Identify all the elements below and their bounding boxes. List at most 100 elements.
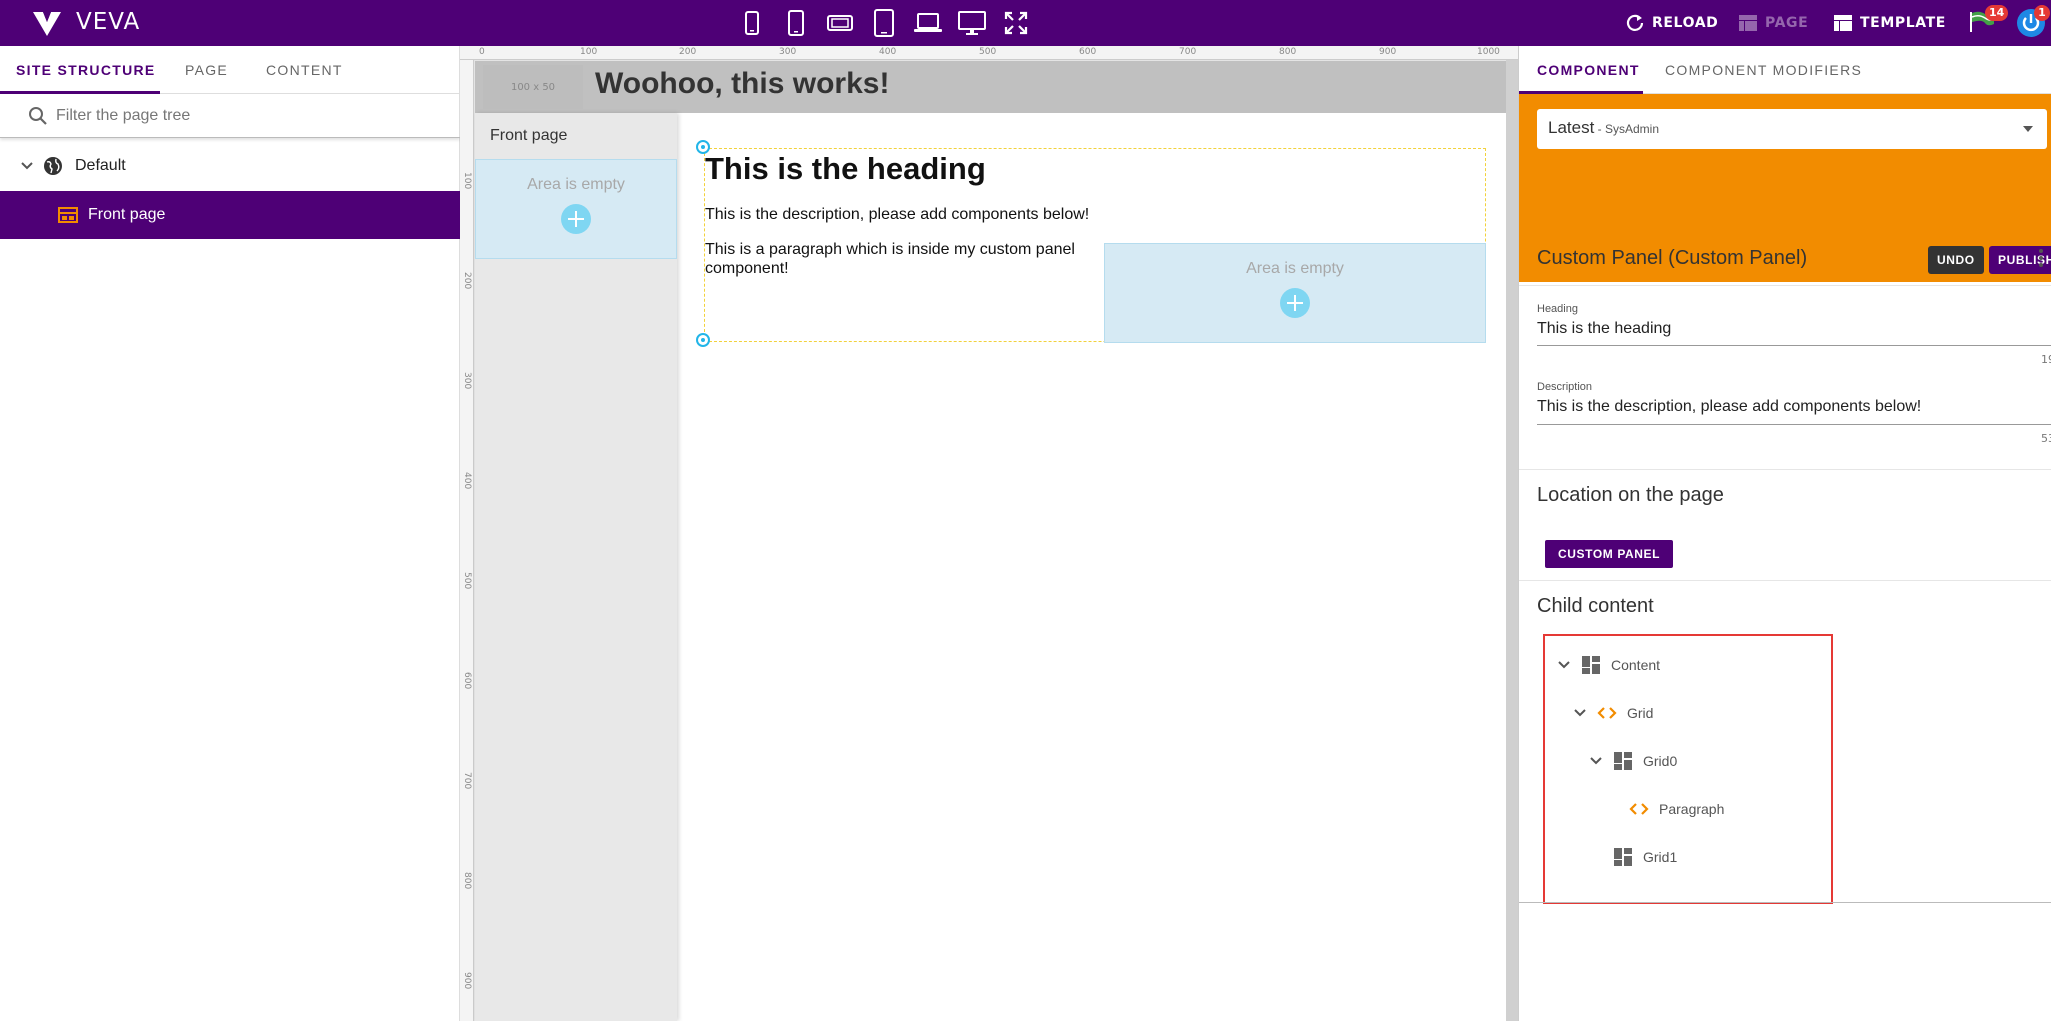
phone-landscape-icon[interactable] — [823, 8, 857, 38]
field-underline — [1537, 345, 2051, 346]
empty-area-panel[interactable]: Area is empty — [1104, 243, 1486, 343]
ruler-label: 900 — [462, 972, 472, 990]
divider — [1519, 580, 2051, 581]
tree-item-front-page[interactable]: Front page — [0, 191, 460, 239]
add-component-icon[interactable] — [561, 204, 591, 234]
tab-component-modifiers[interactable]: COMPONENT MODIFIERS — [1665, 46, 1862, 94]
page-mode-button[interactable]: PAGE — [1739, 12, 1808, 34]
tab-content[interactable]: CONTENT — [266, 46, 343, 94]
right-tabs: COMPONENT COMPONENT MODIFIERS — [1519, 46, 2051, 94]
chevron-down-icon[interactable] — [1573, 706, 1587, 720]
child-tree-item-grid[interactable]: Grid — [1573, 698, 1653, 728]
phone-portrait-icon[interactable] — [735, 8, 769, 38]
ruler-label: 700 — [462, 772, 472, 790]
panel-paragraph[interactable]: This is a paragraph which is inside my c… — [705, 240, 1103, 278]
child-tree-label: Grid0 — [1643, 753, 1678, 769]
chevron-down-icon[interactable] — [1557, 658, 1571, 672]
page-tree-filter — [0, 94, 460, 138]
panel-description[interactable]: This is the description, please add comp… — [705, 206, 1089, 224]
child-tree-item-grid0[interactable]: Grid0 — [1589, 746, 1677, 776]
version-select[interactable]: Latest - SysAdmin — [1537, 109, 2047, 149]
divider — [1519, 285, 2051, 286]
page-mode-label: PAGE — [1765, 15, 1809, 31]
undo-button[interactable]: UNDO — [1928, 246, 1984, 274]
reload-label: RELOAD — [1652, 15, 1719, 31]
version-author: - SysAdmin — [1594, 122, 1659, 136]
template-mode-button[interactable]: TEMPLATE — [1834, 12, 1946, 34]
ruler-horizontal: 0 100 200 300 400 500 600 700 800 900 10… — [460, 46, 1518, 60]
tab-site-structure[interactable]: SITE STRUCTURE — [16, 46, 156, 94]
phone-icon[interactable] — [779, 8, 813, 38]
child-tree-label: Content — [1611, 657, 1661, 673]
ruler-label: 500 — [979, 47, 997, 57]
divider — [1519, 469, 2051, 470]
laptop-icon[interactable] — [911, 8, 945, 38]
dashboard-icon — [1614, 848, 1632, 866]
tree-item-default[interactable]: Default — [0, 142, 460, 190]
location-custom-panel-chip[interactable]: CUSTOM PANEL — [1545, 540, 1674, 568]
ruler-label: 800 — [462, 872, 472, 890]
child-content-title: Child content — [1537, 595, 1654, 617]
dashboard-icon — [1614, 752, 1632, 770]
heading-char-count: 19 — [2041, 353, 2051, 366]
ruler-label: 900 — [1379, 47, 1397, 57]
divider — [1519, 902, 2051, 903]
ruler-label: 300 — [779, 47, 797, 57]
template-mode-label: TEMPLATE — [1860, 15, 1946, 31]
custom-panel-component[interactable]: This is the heading This is the descript… — [696, 140, 1486, 347]
add-component-icon[interactable] — [1280, 288, 1310, 318]
ruler-label: 800 — [1279, 47, 1297, 57]
child-tree-label: Paragraph — [1659, 801, 1725, 817]
left-tabs: SITE STRUCTURE PAGE CONTENT — [0, 46, 459, 94]
fullscreen-icon[interactable] — [999, 8, 1033, 38]
location-title: Location on the page — [1537, 484, 1724, 506]
filter-input[interactable] — [56, 104, 436, 128]
tablet-icon[interactable] — [867, 8, 901, 38]
page-layout-icon — [58, 207, 78, 223]
search-icon — [29, 107, 47, 125]
page-header[interactable]: 100 x 50 Woohoo, this works! — [475, 61, 1515, 113]
reload-button[interactable]: RELOAD — [1626, 12, 1718, 34]
dashboard-icon — [1582, 656, 1600, 674]
more-options-icon[interactable] — [2039, 249, 2043, 269]
version-value: Latest - SysAdmin — [1548, 118, 1659, 138]
tab-page[interactable]: PAGE — [185, 46, 228, 94]
panel-heading[interactable]: This is the heading — [705, 151, 986, 187]
ruler-label: 600 — [462, 672, 472, 690]
page-preview: 100 x 50 Woohoo, this works! Front page … — [475, 61, 1515, 1021]
logo-placeholder[interactable]: 100 x 50 — [483, 65, 583, 109]
power-button[interactable]: 1 — [2016, 5, 2050, 38]
power-badge: 1 — [2034, 5, 2050, 21]
flags-count-badge: 14 — [1985, 5, 2009, 21]
ruler-label: 100 — [462, 172, 472, 190]
desktop-icon[interactable] — [955, 8, 989, 38]
child-tree-item-paragraph[interactable]: Paragraph — [1629, 794, 1724, 824]
site-structure-panel: SITE STRUCTURE PAGE CONTENT Default Fron… — [0, 46, 460, 1021]
chevron-down-icon[interactable] — [1589, 754, 1603, 768]
tab-component[interactable]: COMPONENT — [1537, 46, 1640, 94]
language-flags-button[interactable]: 14 — [1968, 5, 2009, 38]
ruler-label: 400 — [462, 472, 472, 490]
ruler-label: 0 — [479, 47, 485, 57]
veva-logo-icon[interactable] — [32, 8, 62, 38]
canvas-scrollbar[interactable] — [1506, 60, 1518, 1021]
empty-area-label: Area is empty — [527, 176, 625, 193]
ruler-label: 600 — [1079, 47, 1097, 57]
child-tree-item-grid1[interactable]: Grid1 — [1613, 842, 1677, 872]
page-title[interactable]: Woohoo, this works! — [595, 67, 889, 101]
empty-area-sidebar[interactable]: Area is empty — [475, 159, 677, 259]
ruler-label: 400 — [879, 47, 897, 57]
empty-area-label: Area is empty — [1246, 260, 1344, 277]
component-properties-panel: COMPONENT COMPONENT MODIFIERS Latest - S… — [1518, 46, 2051, 1021]
child-tree-item-content[interactable]: Content — [1557, 650, 1660, 680]
description-field-label: Description — [1537, 381, 1593, 393]
ruler-label: 500 — [462, 572, 472, 590]
resize-handle-bottom[interactable] — [696, 333, 710, 347]
heading-field-input[interactable]: This is the heading — [1537, 320, 1671, 338]
page-canvas: 0 100 200 300 400 500 600 700 800 900 10… — [460, 46, 1518, 1021]
child-content-tree: Content Grid Grid0 Paragraph Grid1 — [1543, 634, 1833, 904]
chevron-down-icon[interactable] — [20, 159, 34, 173]
tree-item-label: Front page — [88, 206, 166, 223]
description-field-input[interactable]: This is the description, please add comp… — [1537, 398, 1921, 416]
dropdown-arrow-icon — [2023, 126, 2033, 132]
